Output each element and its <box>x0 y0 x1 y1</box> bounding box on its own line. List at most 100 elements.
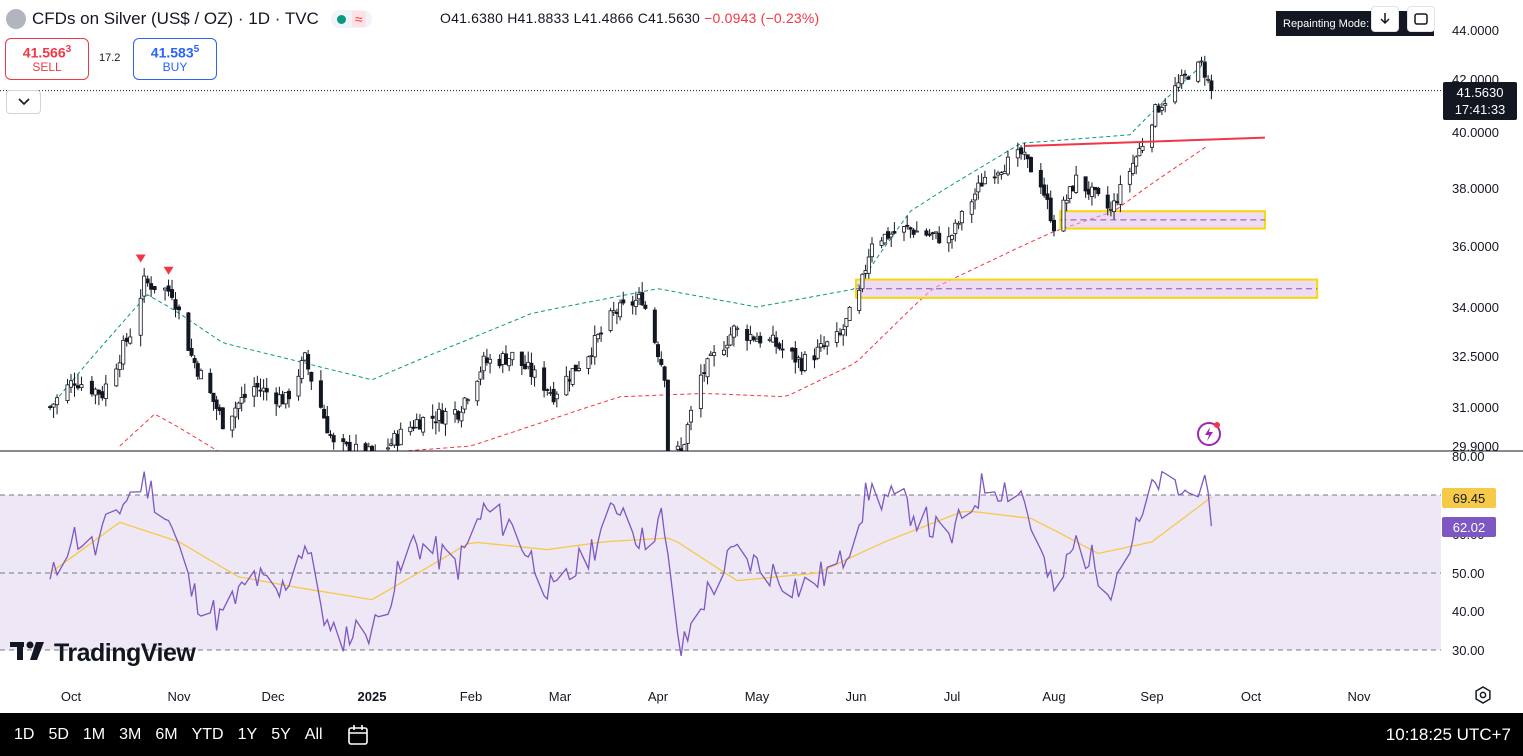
candle-body <box>758 335 763 344</box>
rsi-tick-label: 50.00 <box>1452 566 1485 581</box>
candle-body <box>72 383 77 386</box>
timeframe-1y[interactable]: 1Y <box>237 726 259 744</box>
timeframe-6m[interactable]: 6M <box>154 726 178 744</box>
candle-body <box>866 256 871 274</box>
candle-body <box>1163 103 1168 106</box>
candle-body <box>1159 107 1164 111</box>
timeframe-all[interactable]: All <box>304 726 324 744</box>
candle-body <box>478 371 483 380</box>
candle-body <box>592 335 597 358</box>
candle-body <box>1156 105 1161 113</box>
candle-body <box>100 391 105 399</box>
candle-body <box>1052 219 1057 232</box>
candle-body <box>214 399 219 409</box>
candle-body <box>220 407 225 430</box>
candle-body <box>618 302 623 318</box>
candle-body <box>815 346 820 359</box>
candle-body <box>1067 186 1072 200</box>
sell-signal-icon <box>163 266 174 275</box>
timeframe-3m[interactable]: 3M <box>118 726 142 744</box>
flash-icon[interactable] <box>1196 420 1222 446</box>
symbol-title[interactable]: CFDs on Silver (US$ / OZ) · 1D · TVC <box>32 9 319 29</box>
candle-body <box>280 394 285 405</box>
price-tick-label: 44.0000 <box>1452 23 1499 38</box>
candle-body <box>465 399 470 402</box>
candle-body <box>999 172 1004 175</box>
candle-body <box>1131 162 1136 174</box>
candle-body <box>755 338 760 342</box>
candle-body <box>793 347 798 363</box>
candle-body <box>1005 156 1010 175</box>
candle-body <box>930 232 935 235</box>
candle-body <box>576 367 581 371</box>
sell-price-pip: 3 <box>65 43 72 55</box>
fullscreen-icon <box>1414 13 1428 25</box>
candle-body <box>889 233 894 238</box>
candle-body <box>1042 184 1047 196</box>
chart-canvas[interactable]: 29.900031.000032.500034.000036.000038.00… <box>0 0 1523 713</box>
price-tick-label: 32.5000 <box>1452 349 1499 364</box>
candle-body <box>488 358 493 364</box>
timeframe-1d[interactable]: 1D <box>13 726 35 744</box>
timeframe-5d[interactable]: 5D <box>47 726 69 744</box>
candle-body <box>892 231 897 234</box>
gear-icon[interactable] <box>1474 686 1492 704</box>
candle-body <box>1206 78 1211 81</box>
candle-body <box>510 351 515 361</box>
candle-body <box>551 388 556 403</box>
candle-body <box>1105 194 1110 209</box>
download-button[interactable] <box>1371 6 1399 32</box>
candle-body <box>211 392 216 402</box>
sell-button[interactable]: 41.5663 SELL <box>5 38 89 80</box>
candle-body <box>860 273 865 290</box>
candle-body <box>189 347 194 356</box>
candle-body <box>296 375 301 397</box>
candle-body <box>1115 201 1120 203</box>
candle-body <box>377 452 380 453</box>
candle-body <box>208 372 213 394</box>
time-tick-label: Feb <box>460 689 482 704</box>
candle-body <box>103 383 108 399</box>
candle-body <box>366 446 371 451</box>
candle-body <box>812 355 817 361</box>
symbol-logo-icon <box>6 9 26 29</box>
candle-body <box>532 369 537 378</box>
candle-body <box>902 226 907 233</box>
timeframe-list: 1D 5D 1M 3M 6M YTD 1Y 5Y All <box>0 726 324 744</box>
candle-body <box>117 362 122 370</box>
candle-body <box>659 358 664 365</box>
market-status[interactable]: ≈ <box>330 10 372 28</box>
candle-body <box>186 312 191 351</box>
candle-body <box>318 380 323 408</box>
candle-body <box>1108 208 1113 211</box>
rsi-tick-label: 40.00 <box>1452 604 1485 619</box>
session-clock[interactable]: 10:18:25 UTC+7 <box>1386 725 1511 745</box>
candle-body <box>459 411 464 422</box>
candle-body <box>1137 148 1142 157</box>
candle-body <box>614 311 619 314</box>
candle-body <box>55 397 60 406</box>
candle-body <box>630 301 635 306</box>
candle-body <box>1061 199 1066 232</box>
date-range-button[interactable] <box>346 723 370 747</box>
candle-body <box>1019 147 1024 155</box>
timeframe-1m[interactable]: 1M <box>82 726 106 744</box>
candle-body <box>777 343 782 349</box>
candle-body <box>1038 170 1043 188</box>
timeframe-5y[interactable]: 5Y <box>270 726 292 744</box>
candle-body <box>996 172 1001 176</box>
time-tick-label: Jul <box>944 689 961 704</box>
buy-button[interactable]: 41.5835 BUY <box>133 38 217 80</box>
candle-body <box>124 337 129 342</box>
fullscreen-button[interactable] <box>1407 6 1435 32</box>
timeframe-ytd[interactable]: YTD <box>191 726 225 744</box>
candle-body <box>408 426 413 433</box>
candle-body <box>239 397 244 404</box>
candle-body <box>979 182 984 187</box>
candle-body <box>163 287 168 291</box>
candle-body <box>1176 82 1181 88</box>
candle-body <box>414 419 419 428</box>
collapse-button[interactable] <box>6 90 41 114</box>
chevron-down-icon <box>17 98 30 106</box>
candle-body <box>722 349 727 355</box>
